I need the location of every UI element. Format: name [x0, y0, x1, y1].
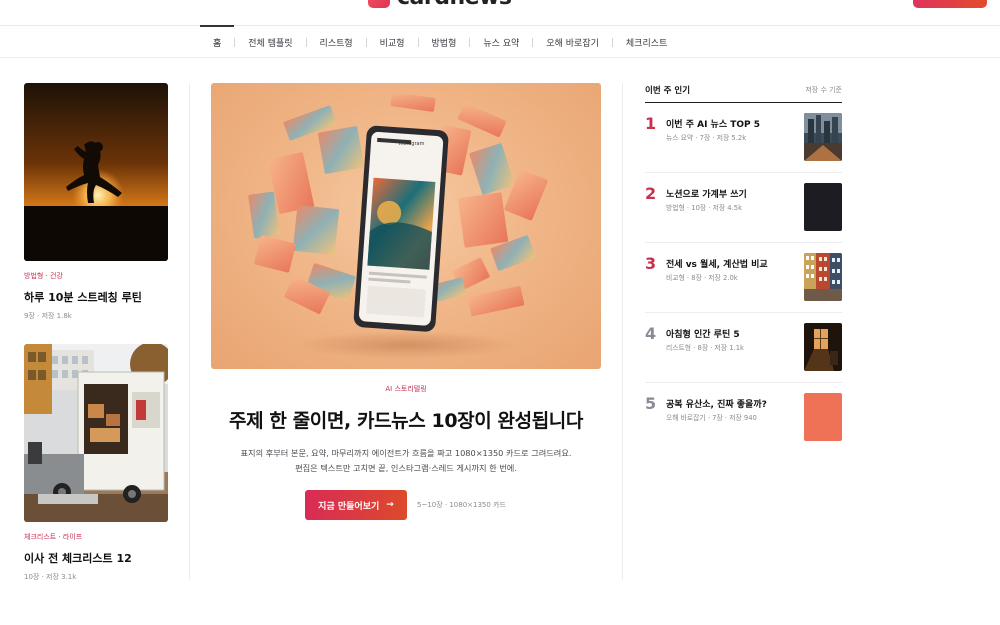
left-card-column: 방법형 · 건강 하루 10분 스트레칭 루틴 9장 · 저장 1.8k 체크리… — [24, 83, 168, 582]
card-category: 방법형 · 건강 — [24, 272, 63, 280]
rank-meta: 방법형 · 10장 · 저장 4.5k — [666, 204, 743, 212]
rank-title[interactable]: 전세 vs 월세, 계산법 비교 — [666, 257, 768, 270]
nav-item-checklist[interactable]: 체크리스트 — [613, 26, 680, 58]
rank-number: 4 — [645, 324, 657, 343]
rank-number: 2 — [645, 184, 657, 203]
rank-meta: 오해 바로잡기 · 7장 · 저장 940 — [666, 414, 757, 422]
rank-meta: 비교형 · 8장 · 저장 2.0k — [666, 274, 738, 282]
city-night-image — [804, 113, 842, 161]
card-stretching[interactable]: 방법형 · 건강 하루 10분 스트레칭 루틴 9장 · 저장 1.8k — [24, 83, 168, 321]
logo[interactable]: cardnews — [368, 0, 512, 10]
phone-cards-illustration: Instagram — [248, 92, 548, 359]
nav-item-myth-busting[interactable]: 오해 바로잡기 — [533, 26, 612, 58]
hero-image: Instagram — [211, 83, 601, 369]
sort-label[interactable]: 저장 수 기준 — [805, 85, 842, 95]
top-header: cardnews — [0, 0, 1000, 26]
rank-thumbnail[interactable] — [804, 253, 842, 301]
rank-number: 3 — [645, 254, 657, 273]
create-now-label: 지금 만들어보기 — [318, 501, 380, 512]
rank-title[interactable]: 아침형 인간 루틴 5 — [666, 327, 740, 340]
popular-item[interactable]: 3 전세 vs 월세, 계산법 비교 비교형 · 8장 · 저장 2.0k — [645, 243, 842, 313]
hero-kicker: AI 스토리텔링 — [385, 385, 427, 393]
card-moving-checklist[interactable]: 체크리스트 · 라이프 이사 전 체크리스트 12 10장 · 저장 3.1k — [24, 344, 168, 582]
rank-thumbnail[interactable] — [804, 323, 842, 371]
card-category: 체크리스트 · 라이프 — [24, 533, 83, 541]
nav-item-home[interactable]: 홈 — [200, 25, 235, 58]
rank-title[interactable]: 공복 유산소, 진짜 좋을까? — [666, 397, 767, 410]
popular-item[interactable]: 2 노션으로 가계부 쓰기 방법형 · 10장 · 저장 4.5k — [645, 173, 842, 243]
arrow-right-icon: → — [386, 500, 394, 510]
sunset-yoga-image — [24, 83, 168, 261]
nav-item-news-summary[interactable]: 뉴스 요약 — [470, 26, 532, 58]
hero-title: 주제 한 줄이면, 카드뉴스 10장이 완성됩니다 — [229, 410, 583, 432]
rank-number: 5 — [645, 394, 657, 413]
card-thumbnail[interactable] — [24, 83, 168, 261]
card-thumbnail[interactable] — [24, 344, 168, 522]
column-divider — [189, 83, 190, 580]
rank-title[interactable]: 노션으로 가계부 쓰기 — [666, 187, 747, 200]
hero-actions: 지금 만들어보기 → 5~10장 · 1080×1350 카드 — [211, 490, 601, 520]
hero-meta: 5~10장 · 1080×1350 카드 — [417, 501, 506, 509]
popular-title: 이번 주 인기 — [645, 86, 691, 96]
moving-truck-image — [24, 344, 168, 522]
rank-number: 1 — [645, 114, 657, 133]
hero-description: 표지의 후부터 본문, 요약, 마무리까지 에이전트가 흐름을 짜고 1080×… — [240, 448, 572, 473]
rank-meta: 뉴스 요약 · 7장 · 저장 5.2k — [666, 134, 747, 142]
rank-thumbnail[interactable] — [804, 113, 842, 161]
popular-item[interactable]: 1 이번 주 AI 뉴스 TOP 5 뉴스 요약 · 7장 · 저장 5.2k — [645, 103, 842, 173]
hero-section: Instagram AI 스토리텔링 주제 한 줄이면, 카드뉴스 10장이 완… — [211, 83, 601, 520]
rank-meta: 리스트형 · 8장 · 저장 1.1k — [666, 344, 744, 352]
nav-item-howto[interactable]: 방법형 — [419, 26, 470, 58]
header-cta-button[interactable] — [913, 0, 987, 8]
phone-brand-label: Instagram — [399, 141, 425, 147]
logo-text: cardnews — [397, 0, 512, 10]
popular-header: 이번 주 인기 저장 수 기준 — [645, 83, 842, 103]
nav-item-list[interactable]: 리스트형 — [307, 26, 366, 58]
column-divider — [622, 83, 623, 580]
rank-title[interactable]: 이번 주 AI 뉴스 TOP 5 — [666, 117, 760, 130]
card-title[interactable]: 이사 전 체크리스트 12 — [24, 550, 168, 566]
category-nav: 홈 전체 템플릿 리스트형 비교형 방법형 뉴스 요약 오해 바로잡기 체크리스… — [0, 25, 1000, 58]
popular-item[interactable]: 4 아침형 인간 루틴 5 리스트형 · 8장 · 저장 1.1k — [645, 313, 842, 383]
logo-icon — [368, 0, 390, 8]
morning-room-image — [804, 323, 842, 371]
card-meta: 10장 · 저장 3.1k — [24, 573, 77, 581]
popular-item[interactable]: 5 공복 유산소, 진짜 좋을까? 오해 바로잡기 · 7장 · 저장 940 — [645, 383, 842, 453]
rank-thumbnail[interactable] — [804, 393, 842, 441]
card-title[interactable]: 하루 10분 스트레칭 루틴 — [24, 289, 168, 305]
create-now-button[interactable]: 지금 만들어보기 → — [305, 490, 407, 520]
apartment-building-image — [804, 253, 842, 301]
rank-thumbnail[interactable] — [804, 183, 842, 231]
popular-panel: 이번 주 인기 저장 수 기준 1 이번 주 AI 뉴스 TOP 5 뉴스 요약… — [645, 83, 842, 453]
card-meta: 9장 · 저장 1.8k — [24, 312, 72, 320]
nav-item-all-templates[interactable]: 전체 템플릿 — [235, 26, 305, 58]
nav-item-compare[interactable]: 비교형 — [367, 26, 418, 58]
